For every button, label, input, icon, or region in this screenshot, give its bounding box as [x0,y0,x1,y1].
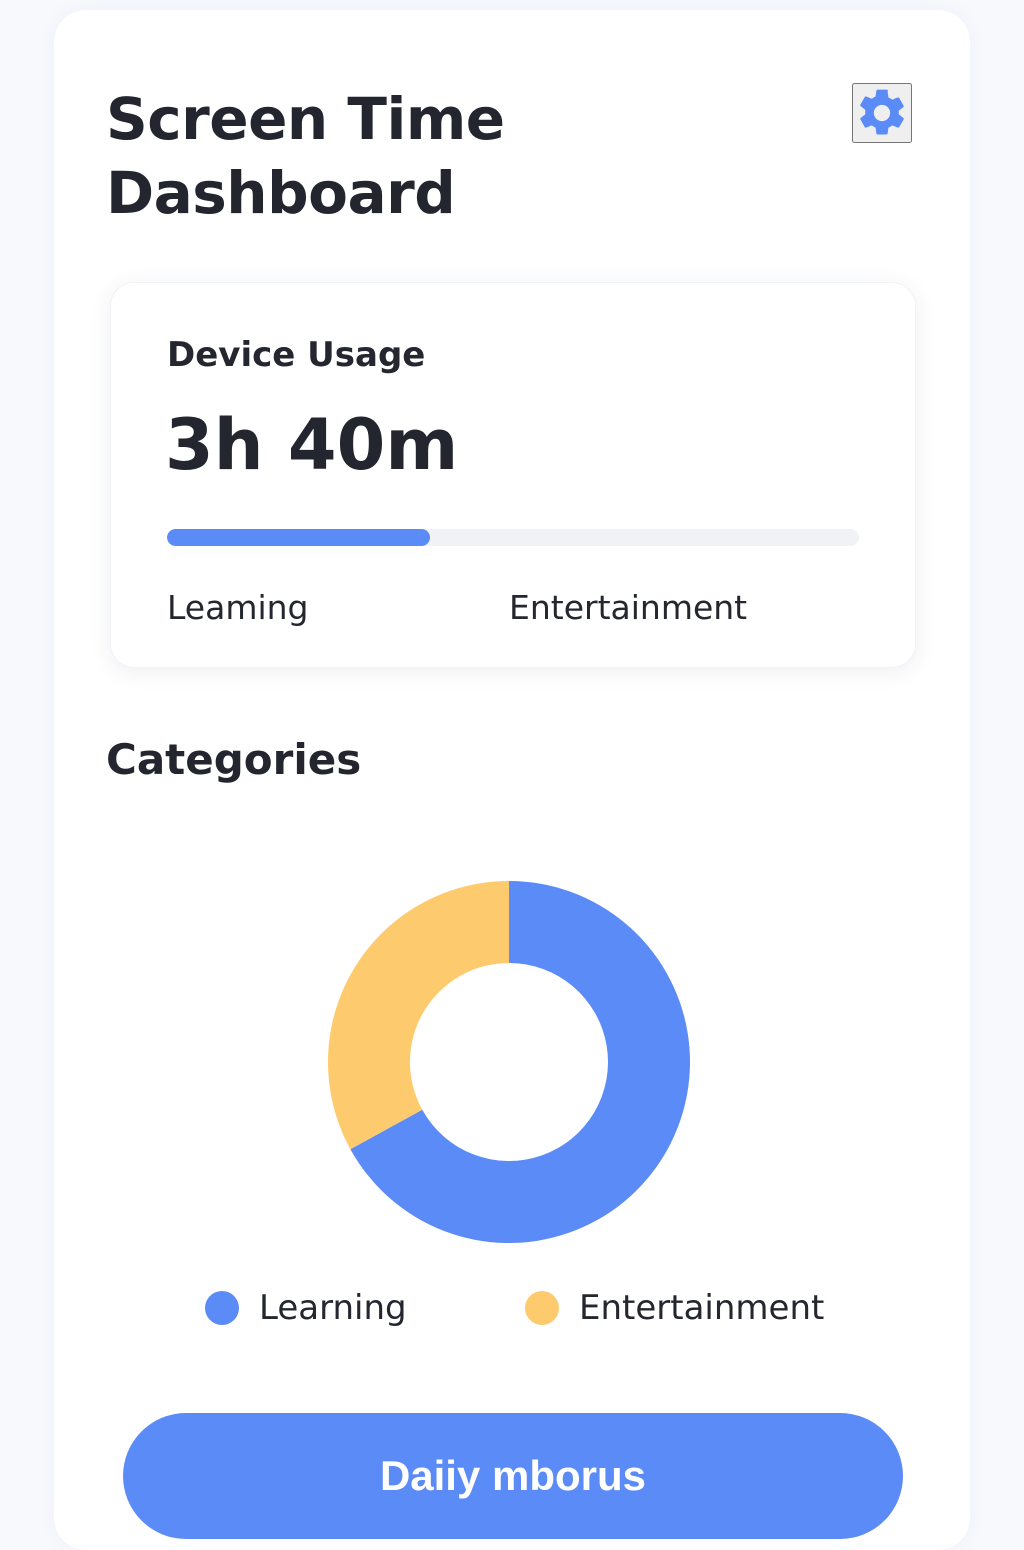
legend-item-learning: Learning [205,1286,407,1330]
daily-bonus-button[interactable]: Daiiy mborus [123,1413,903,1539]
page-title: Screen Time Dashboard [106,85,505,227]
usage-total: 3h 40m [165,404,459,486]
screen-time-dashboard: Screen Time Dashboard Device Usage 3h 40… [54,10,970,1550]
device-usage-card: Device Usage 3h 40m Leaming Entertainmen… [110,282,916,668]
learning-legend-label: Learning [259,1288,407,1328]
legend-item-entertainment: Entertainment [525,1286,824,1330]
categories-title: Categories [106,735,362,784]
usage-progress-fill [167,529,430,546]
learning-legend-dot [205,1291,239,1325]
gear-icon [860,89,904,135]
learning-progress-label: Leaming [167,588,309,627]
card-title: Device Usage [167,335,426,375]
entertainment-legend-dot [525,1291,559,1325]
usage-progress-track [167,529,859,546]
entertainment-legend-label: Entertainment [579,1288,825,1328]
settings-button[interactable] [852,83,912,143]
entertainment-progress-label: Entertainment [509,588,748,627]
categories-donut-chart [327,881,690,1243]
donut-slice-entertainment [327,881,509,1150]
